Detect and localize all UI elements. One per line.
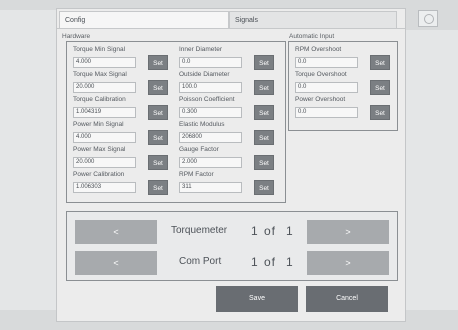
torque-min-signal-field[interactable]: 4.000 [73, 57, 136, 68]
outside-diameter-label: Outside Diameter [179, 71, 230, 78]
com-port-of: of [264, 255, 277, 269]
rpm-factor-field[interactable]: 311 [179, 182, 242, 193]
com-port-prev-button[interactable]: < [75, 251, 157, 275]
torque-overshoot-field[interactable]: 0.0 [295, 82, 358, 93]
torque-overshoot-label: Torque Overshoot [295, 71, 347, 78]
tab-config[interactable]: Config [59, 11, 229, 28]
torquemeter-of: of [264, 224, 277, 238]
torque-calibration-label: Torque Calibration [73, 96, 126, 103]
power-calibration-field[interactable]: 1.006303 [73, 182, 136, 193]
torque-min-signal-label: Torque Min Signal [73, 46, 126, 53]
torquemeter-next-button[interactable]: > [307, 220, 389, 244]
gauge-factor-set-button[interactable]: Set [254, 155, 274, 170]
com-port-current: 1 [251, 255, 259, 269]
power-min-signal-label: Power Min Signal [73, 121, 124, 128]
save-button[interactable]: Save [216, 286, 298, 312]
torquemeter-prev-button[interactable]: < [75, 220, 157, 244]
rpm-overshoot-field[interactable]: 0.0 [295, 57, 358, 68]
background-panel [406, 30, 458, 310]
power-overshoot-set-button[interactable]: Set [370, 105, 390, 120]
hardware-section-title: Hardware [62, 33, 91, 40]
poisson-coefficient-set-button[interactable]: Set [254, 105, 274, 120]
power-overshoot-label: Power Overshoot [295, 96, 346, 103]
power-overshoot-field[interactable]: 0.0 [295, 107, 358, 118]
com-port-label: Com Port [179, 256, 222, 267]
torquemeter-total: 1 [286, 224, 294, 238]
torque-max-signal-set-button[interactable]: Set [148, 80, 168, 95]
torque-calibration-field[interactable]: 1.004319 [73, 107, 136, 118]
elastic-modulus-label: Elastic Modulus [179, 121, 225, 128]
gauge-factor-label: Gauge Factor [179, 146, 219, 153]
outside-diameter-set-button[interactable]: Set [254, 80, 274, 95]
power-max-signal-set-button[interactable]: Set [148, 155, 168, 170]
com-port-next-button[interactable]: > [307, 251, 389, 275]
cancel-button[interactable]: Cancel [306, 286, 388, 312]
torquemeter-current: 1 [251, 224, 259, 238]
poisson-coefficient-field[interactable]: 0.300 [179, 107, 242, 118]
torque-max-signal-label: Torque Max Signal [73, 71, 127, 78]
elastic-modulus-set-button[interactable]: Set [254, 130, 274, 145]
com-port-total: 1 [286, 255, 294, 269]
poisson-coefficient-label: Poisson Coefficient [179, 96, 235, 103]
torque-min-signal-set-button[interactable]: Set [148, 55, 168, 70]
automatic-input-group: RPM Overshoot 0.0 Set Torque Overshoot 0… [288, 41, 398, 131]
power-max-signal-label: Power Max Signal [73, 146, 126, 153]
outside-diameter-field[interactable]: 100.0 [179, 82, 242, 93]
automatic-input-section-title: Automatic Input [289, 33, 335, 40]
torque-max-signal-field[interactable]: 20.000 [73, 82, 136, 93]
power-min-signal-set-button[interactable]: Set [148, 130, 168, 145]
torquemeter-label: Torquemeter [171, 225, 228, 236]
background-panel [0, 10, 56, 310]
power-calibration-label: Power Calibration [73, 171, 125, 178]
tab-bar: Config Signals [57, 9, 405, 29]
torque-overshoot-set-button[interactable]: Set [370, 80, 390, 95]
torque-calibration-set-button[interactable]: Set [148, 105, 168, 120]
rpm-factor-label: RPM Factor [179, 171, 214, 178]
inner-diameter-field[interactable]: 0.0 [179, 57, 242, 68]
rpm-factor-set-button[interactable]: Set [254, 180, 274, 195]
power-min-signal-field[interactable]: 4.000 [73, 132, 136, 143]
power-max-signal-field[interactable]: 20.000 [73, 157, 136, 168]
hardware-group: Torque Min Signal 4.000 Set Torque Max S… [66, 41, 286, 203]
elastic-modulus-field[interactable]: 206800 [179, 132, 242, 143]
rpm-overshoot-set-button[interactable]: Set [370, 55, 390, 70]
power-icon[interactable] [418, 10, 438, 27]
inner-diameter-label: Inner Diameter [179, 46, 222, 53]
device-selector-panel: < Torquemeter 1 of 1 > < Com Port 1 of 1… [66, 211, 398, 281]
config-dialog: Config Signals Hardware Automatic Input … [56, 8, 406, 322]
tab-signals[interactable]: Signals [229, 11, 397, 28]
rpm-overshoot-label: RPM Overshoot [295, 46, 342, 53]
gauge-factor-field[interactable]: 2.000 [179, 157, 242, 168]
power-calibration-set-button[interactable]: Set [148, 180, 168, 195]
inner-diameter-set-button[interactable]: Set [254, 55, 274, 70]
